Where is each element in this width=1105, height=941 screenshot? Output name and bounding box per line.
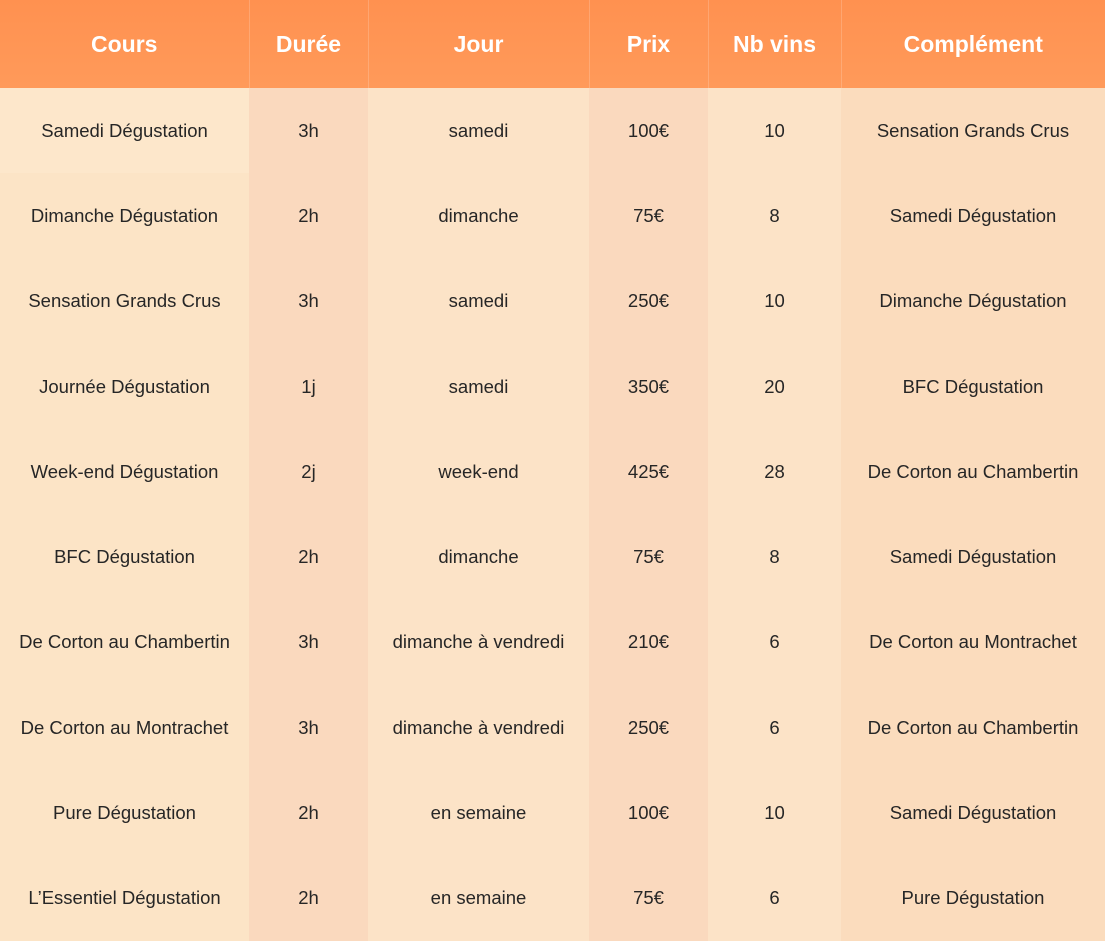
cell-prix: 250€ xyxy=(589,258,708,344)
cell-jour: en semaine xyxy=(368,855,589,941)
cell-cours: Sensation Grands Crus xyxy=(0,258,249,344)
cell-duree: 2h xyxy=(249,855,368,941)
courses-table: Cours Durée Jour Prix Nb vins Complément… xyxy=(0,0,1105,941)
cell-cours: Pure Dégustation xyxy=(0,770,249,856)
cell-prix: 210€ xyxy=(589,599,708,686)
cell-nb-vins: 20 xyxy=(708,343,841,430)
cell-complement: Dimanche Dégustation xyxy=(841,258,1105,344)
header-prix: Prix xyxy=(589,0,709,88)
cell-jour: week-end xyxy=(368,429,589,515)
cell-prix: 75€ xyxy=(589,855,708,941)
header-duree: Durée xyxy=(249,0,369,88)
cell-cours: Week-end Dégustation xyxy=(0,429,249,515)
table-row: Journée Dégustation 1j samedi 350€ 20 BF… xyxy=(0,343,1105,430)
cell-duree: 2h xyxy=(249,770,368,856)
cell-jour: samedi xyxy=(368,258,589,344)
header-complement: Complément xyxy=(903,30,1043,57)
table-row: Dimanche Dégustation 2h dimanche 75€ 8 S… xyxy=(0,173,1105,259)
cell-complement: De Corton au Montrachet xyxy=(841,599,1105,686)
cell-jour: dimanche à vendredi xyxy=(368,685,589,771)
cell-duree: 3h xyxy=(249,258,368,344)
cell-jour: dimanche xyxy=(368,173,589,259)
cell-nb-vins: 10 xyxy=(708,770,841,856)
cell-nb-vins: 6 xyxy=(708,855,841,941)
table-row: De Corton au Chambertin 3h dimanche à ve… xyxy=(0,599,1105,686)
cell-prix: 250€ xyxy=(589,685,708,771)
cell-complement: Sensation Grands Crus xyxy=(841,88,1105,174)
cell-complement: De Corton au Chambertin xyxy=(841,685,1105,771)
header-nb-vins: Nb vins xyxy=(708,0,842,88)
cell-complement: De Corton au Chambertin xyxy=(841,429,1105,515)
cell-jour: dimanche à vendredi xyxy=(368,599,589,686)
cell-complement: Samedi Dégustation xyxy=(841,173,1105,259)
cell-prix: 100€ xyxy=(589,770,708,856)
cell-duree: 2j xyxy=(249,429,368,515)
cell-nb-vins: 6 xyxy=(708,685,841,771)
cell-cours: De Corton au Chambertin xyxy=(0,599,249,686)
header-jour: Jour xyxy=(368,0,590,88)
cell-cours: Journée Dégustation xyxy=(0,343,249,430)
cell-nb-vins: 8 xyxy=(708,173,841,259)
cell-cours: De Corton au Montrachet xyxy=(0,685,249,771)
cell-jour: dimanche xyxy=(368,514,589,600)
cell-duree: 2h xyxy=(249,173,368,259)
cell-complement: BFC Dégustation xyxy=(841,343,1105,430)
cell-nb-vins: 10 xyxy=(708,88,841,174)
cell-duree: 3h xyxy=(249,88,368,174)
cell-nb-vins: 28 xyxy=(708,429,841,515)
cell-duree: 2h xyxy=(249,514,368,600)
cell-jour: en semaine xyxy=(368,770,589,856)
cell-duree: 3h xyxy=(249,685,368,771)
cell-nb-vins: 6 xyxy=(708,599,841,686)
cell-cours: L’Essentiel Dégustation xyxy=(0,855,249,941)
cell-cours: BFC Dégustation xyxy=(0,514,249,600)
cell-complement: Pure Dégustation xyxy=(841,855,1105,941)
cell-prix: 75€ xyxy=(589,514,708,600)
cell-cours: Dimanche Dégustation xyxy=(0,173,249,259)
cell-duree: 1j xyxy=(249,343,368,430)
cell-duree: 3h xyxy=(249,599,368,686)
table-row: Week-end Dégustation 2j week-end 425€ 28… xyxy=(0,429,1105,515)
cell-cours: Samedi Dégustation xyxy=(0,88,249,174)
cell-prix: 100€ xyxy=(589,88,708,174)
table-row: Pure Dégustation 2h en semaine 100€ 10 S… xyxy=(0,770,1105,856)
cell-prix: 75€ xyxy=(589,173,708,259)
cell-jour: samedi xyxy=(368,88,589,174)
cell-prix: 350€ xyxy=(589,343,708,430)
header-cours: Cours xyxy=(0,0,250,88)
cell-prix: 425€ xyxy=(589,429,708,515)
cell-jour: samedi xyxy=(368,343,589,430)
table-row: L’Essentiel Dégustation 2h en semaine 75… xyxy=(0,855,1105,941)
cell-nb-vins: 10 xyxy=(708,258,841,344)
table-row: De Corton au Montrachet 3h dimanche à ve… xyxy=(0,685,1105,771)
table-row: BFC Dégustation 2h dimanche 75€ 8 Samedi… xyxy=(0,514,1105,600)
table-header-row: Cours Durée Jour Prix Nb vins Complément xyxy=(0,0,1105,88)
table-row: Samedi Dégustation 3h samedi 100€ 10 Sen… xyxy=(0,88,1105,174)
cell-nb-vins: 8 xyxy=(708,514,841,600)
cell-complement: Samedi Dégustation xyxy=(841,514,1105,600)
table-row: Sensation Grands Crus 3h samedi 250€ 10 … xyxy=(0,258,1105,344)
cell-complement: Samedi Dégustation xyxy=(841,770,1105,856)
